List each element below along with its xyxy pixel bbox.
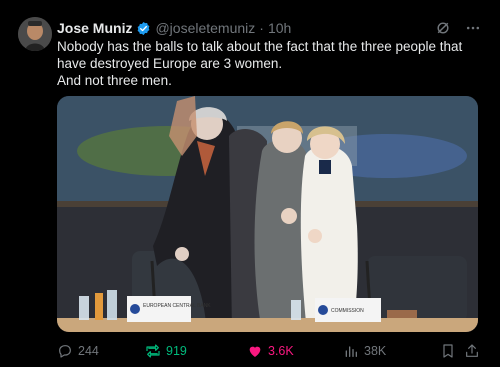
- post-text: Nobody has the balls to talk about the f…: [57, 39, 463, 88]
- repost-button[interactable]: 919: [145, 341, 187, 361]
- view-count: 38K: [364, 344, 387, 358]
- post-card: Jose Muniz @joseletemuniz · 10h Nobody h…: [0, 0, 500, 367]
- verified-icon: [136, 21, 151, 36]
- placard-right-text: COMMISSION: [331, 308, 364, 314]
- repost-count: 919: [166, 344, 187, 358]
- share-button[interactable]: [464, 341, 480, 361]
- meeting-photo: EUROPEAN CENTRAL BANK COMMISSION: [57, 96, 478, 332]
- avatar[interactable]: [18, 17, 52, 51]
- grok-icon[interactable]: [434, 19, 452, 37]
- views-button[interactable]: 38K: [343, 341, 386, 361]
- post-image[interactable]: EUROPEAN CENTRAL BANK COMMISSION: [57, 96, 478, 332]
- meta-separator: ·: [259, 20, 264, 36]
- share-icon: [466, 344, 478, 357]
- reply-button[interactable]: 244: [57, 341, 99, 361]
- bookmark-button[interactable]: [440, 341, 456, 361]
- post-header: Jose Muniz @joseletemuniz · 10h: [57, 18, 482, 38]
- like-button[interactable]: 3.6K: [247, 341, 294, 361]
- more-icon[interactable]: [464, 19, 482, 37]
- reply-icon: [59, 345, 71, 358]
- repost-icon: [146, 344, 160, 358]
- reply-count: 244: [78, 344, 99, 358]
- like-count: 3.6K: [268, 344, 294, 358]
- author-name[interactable]: Jose Muniz: [57, 20, 132, 36]
- action-bar: 244 919 3.6K 38K: [57, 341, 482, 361]
- like-icon: [249, 346, 261, 357]
- views-icon: [345, 346, 357, 357]
- placard-left-text: EUROPEAN CENTRAL BANK: [143, 303, 211, 309]
- bookmark-icon: [443, 344, 453, 358]
- post-time[interactable]: 10h: [268, 20, 291, 36]
- author-handle[interactable]: @joseletemuniz: [155, 20, 255, 36]
